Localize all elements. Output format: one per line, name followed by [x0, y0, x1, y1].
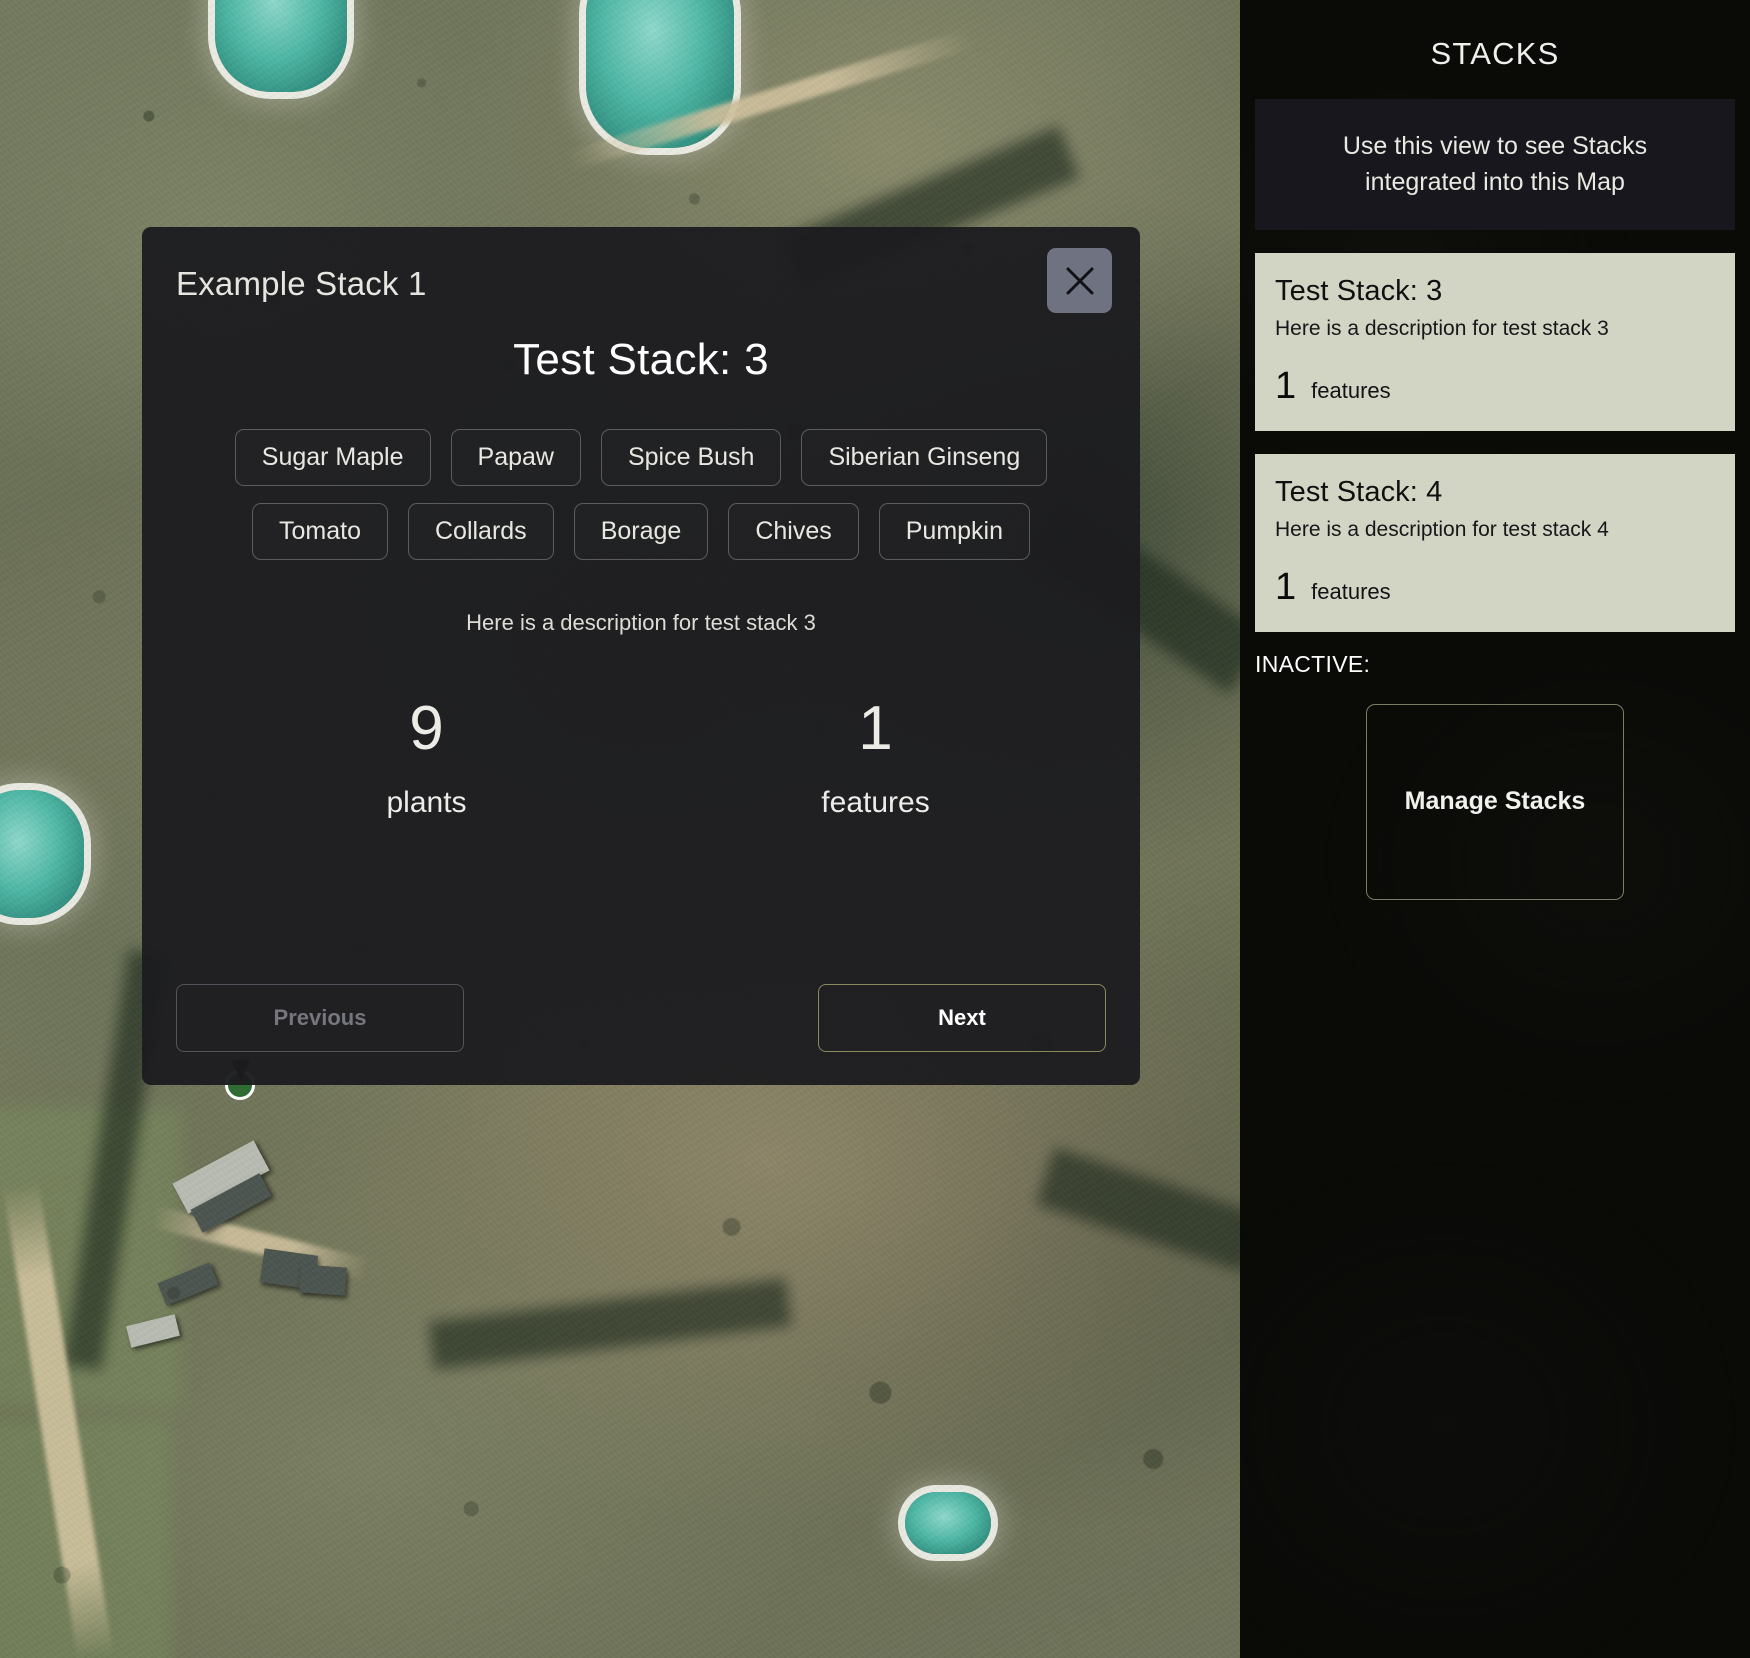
plant-chip[interactable]: Sugar Maple [234, 429, 431, 486]
plant-chip-row-2: Tomato Collards Borage Chives Pumpkin [184, 503, 1098, 560]
page-title: Test Stack: 3 [513, 335, 769, 384]
stat-plants: 9 plants [202, 698, 651, 820]
stack-card-count: 1 [1275, 565, 1297, 608]
close-icon[interactable] [1047, 248, 1112, 313]
stat-plants-label: plants [386, 786, 467, 819]
stack-card-unit: features [1311, 578, 1391, 604]
stack-card-title: Test Stack: 3 [1275, 274, 1443, 307]
stack-description: Here is a description for test stack 3 [466, 610, 816, 635]
stat-features: 1 features [651, 698, 1100, 820]
stack-card-description: Here is a description for test stack 3 [1275, 316, 1609, 340]
next-button[interactable]: Next [818, 984, 1106, 1052]
sidebar-hint-banner: Use this view to see Stacks integrated i… [1255, 99, 1735, 230]
manage-stacks-container: Manage Stacks [1240, 703, 1750, 900]
plant-chip[interactable]: Tomato [252, 503, 388, 560]
stack-card[interactable]: Test Stack: 3 Here is a description for … [1255, 252, 1735, 431]
stack-card-stat: 1 features [1275, 367, 1715, 405]
stack-card-description: Here is a description for test stack 4 [1275, 517, 1609, 541]
stacks-sidebar: STACKS Use this view to see Stacks integ… [1240, 0, 1750, 1658]
stat-plants-count: 9 [409, 694, 444, 763]
stack-stats: 9 plants 1 features [142, 698, 1140, 820]
stat-features-count: 1 [858, 694, 893, 763]
modal-eyebrow-title: Example Stack 1 [176, 265, 427, 302]
previous-button[interactable]: Previous [176, 984, 464, 1052]
modal-header: Example Stack 1 [142, 227, 1140, 339]
satellite-map-canvas[interactable]: Example Stack 1 Test Stack: 3 Sugar Mapl… [0, 0, 1240, 1658]
stack-card-title: Test Stack: 4 [1275, 475, 1443, 508]
stack-card-unit: features [1311, 377, 1391, 403]
plant-chip-list: Sugar Maple Papaw Spice Bush Siberian Gi… [142, 429, 1140, 560]
plant-chip[interactable]: Spice Bush [600, 429, 782, 486]
plant-chip[interactable]: Papaw [450, 429, 581, 486]
plant-chip[interactable]: Chives [728, 503, 859, 560]
stack-detail-modal: Example Stack 1 Test Stack: 3 Sugar Mapl… [142, 227, 1140, 1085]
manage-stacks-button[interactable]: Manage Stacks [1366, 703, 1624, 900]
stat-features-label: features [821, 786, 930, 819]
sidebar-heading: STACKS [1430, 36, 1560, 71]
plant-chip-row-1: Sugar Maple Papaw Spice Bush Siberian Gi… [184, 429, 1098, 486]
stack-card-count: 1 [1275, 364, 1297, 407]
plant-chip[interactable]: Pumpkin [878, 503, 1030, 560]
modal-navigation: Previous Next [176, 984, 1106, 1052]
inactive-section-label: INACTIVE: [1255, 650, 1371, 677]
stack-card[interactable]: Test Stack: 4 Here is a description for … [1255, 453, 1735, 632]
plant-chip[interactable]: Siberian Ginseng [801, 429, 1048, 486]
plant-chip[interactable]: Collards [407, 503, 554, 560]
stack-card-stat: 1 features [1275, 568, 1715, 606]
plant-chip[interactable]: Borage [573, 503, 709, 560]
